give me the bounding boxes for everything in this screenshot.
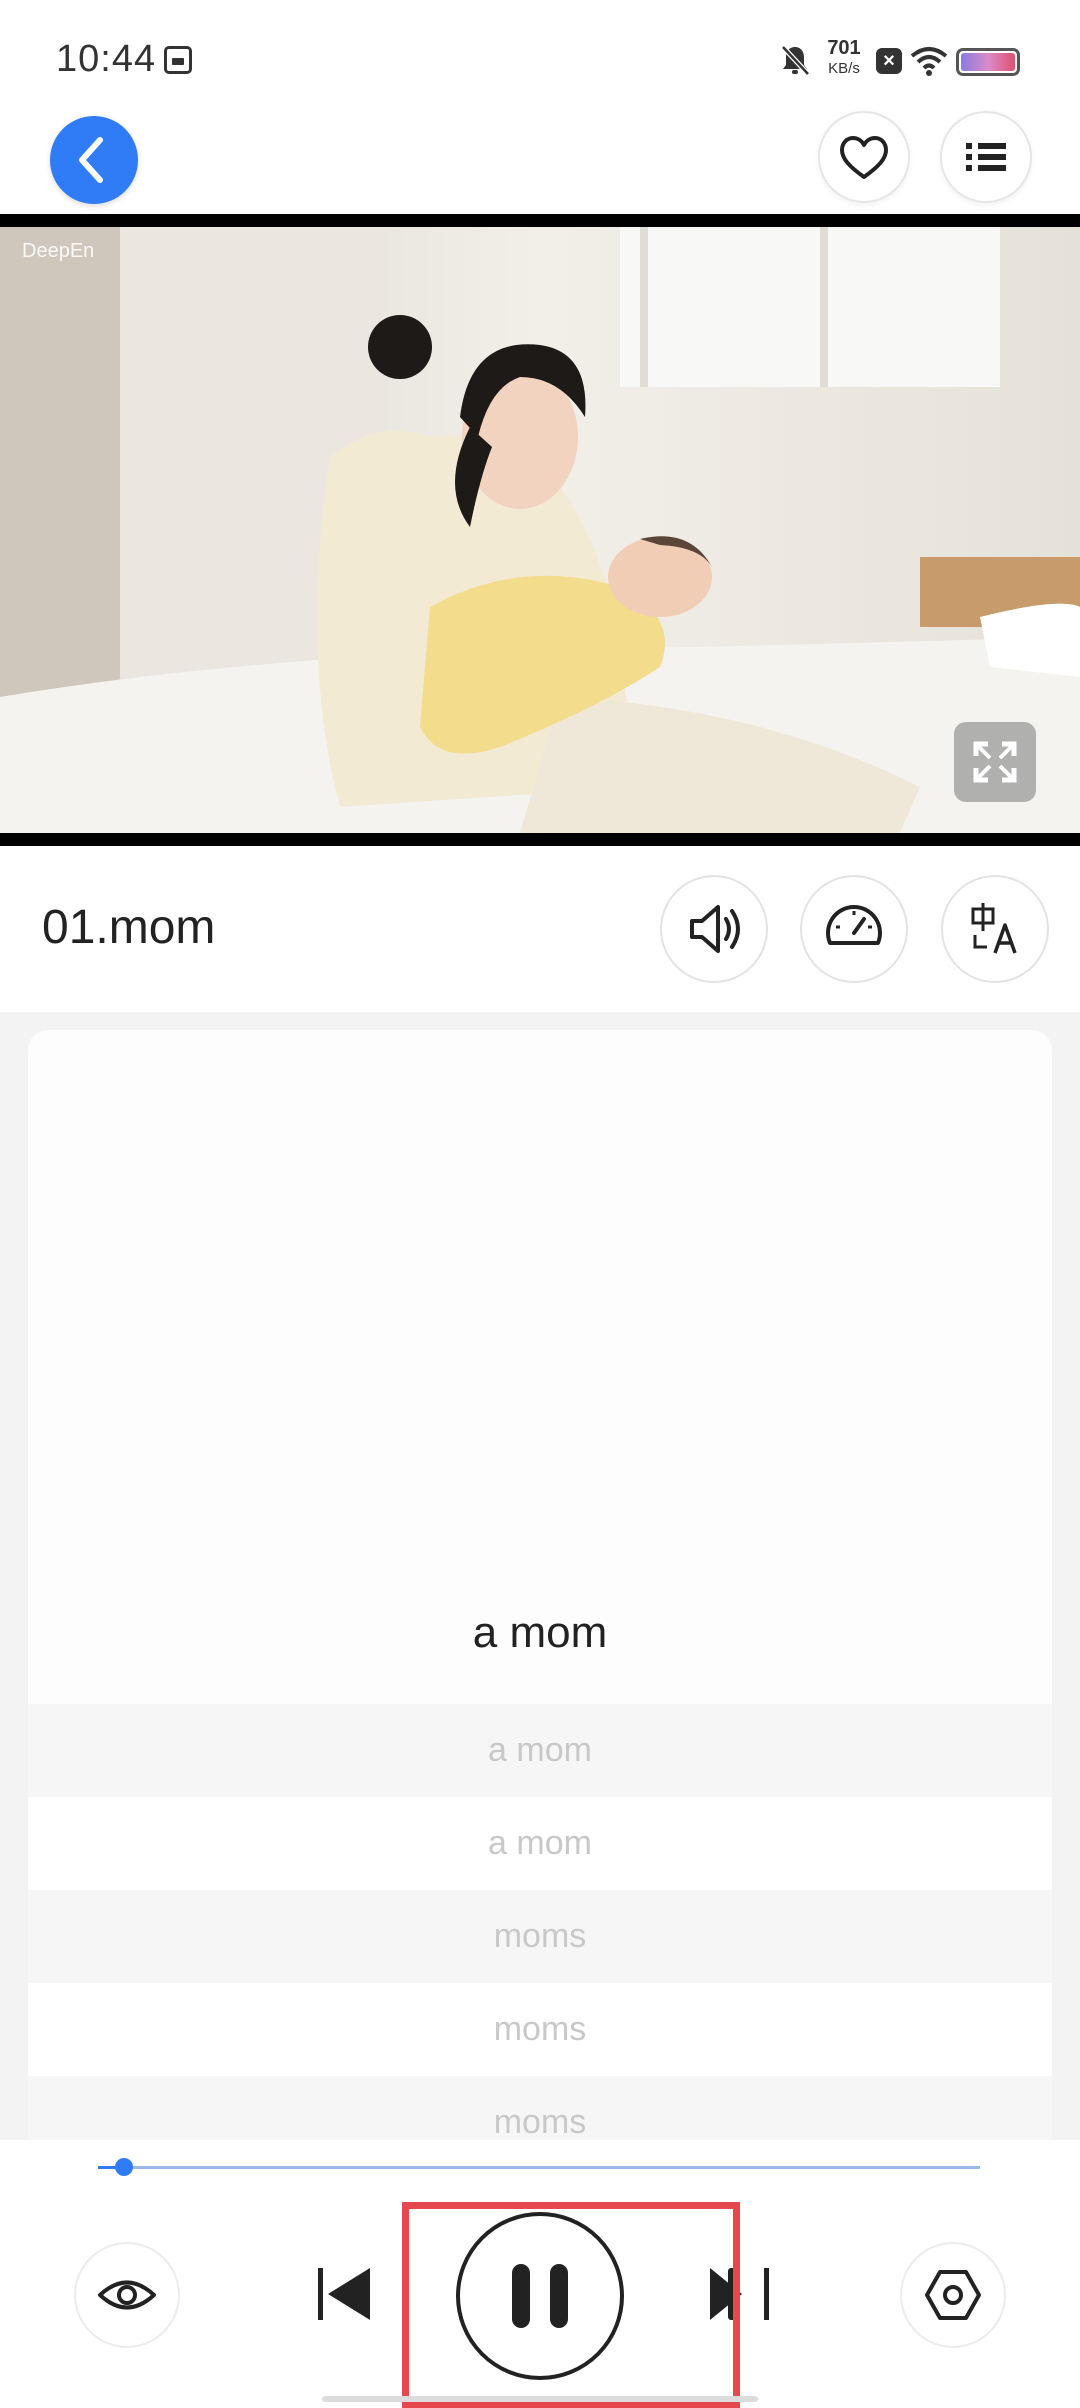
subtitle-line[interactable]: a mom [28,1704,1052,1797]
previous-icon [318,2268,370,2320]
network-speed-value: 701 [827,37,861,59]
subtitle-line[interactable]: moms [28,2076,1052,2140]
favorite-button[interactable] [818,111,910,203]
speaker-icon [690,905,740,953]
progress-handle[interactable] [115,2158,133,2176]
subtitle-line[interactable]: moms [28,1890,1052,1983]
video-frame-image [0,227,1080,833]
chevron-left-icon [79,137,103,183]
home-indicator [322,2396,758,2402]
previous-button[interactable] [306,2254,386,2334]
subtitle-line[interactable]: moms [28,1983,1052,2076]
video-watermark: DeepEn [22,240,95,262]
subtitle-line[interactable]: a mom [28,1797,1052,1890]
current-subtitle: a mom [472,1608,608,1657]
playback-speed-button[interactable] [800,875,908,983]
highlight-box [402,2202,740,2408]
translate-button[interactable] [941,875,1049,983]
progress-bar[interactable] [98,2166,980,2169]
battery-icon [956,48,1020,76]
network-speed: 701 KB/s [820,38,868,76]
wifi-icon [910,46,948,81]
track-title: 01.mom [42,901,216,954]
bell-off-icon [780,44,810,81]
settings-icon [925,2270,981,2320]
show-subtitles-button[interactable] [74,2242,180,2348]
list-icon [966,143,1006,171]
expand-icon [973,741,1017,783]
status-time: 10:44 [56,38,157,80]
translate-icon [971,903,1017,954]
playlist-button[interactable] [940,111,1032,203]
back-button[interactable] [50,116,138,204]
fullscreen-button[interactable] [954,722,1036,802]
network-speed-unit: KB/s [828,60,860,77]
eye-icon [98,2280,156,2310]
heart-icon [840,136,888,179]
close-box-icon: × [876,48,902,74]
speedometer-icon [826,905,882,945]
audio-button[interactable] [660,875,768,983]
header-bar [0,110,1080,214]
settings-button[interactable] [900,2242,1006,2348]
calendar-icon [164,46,192,74]
